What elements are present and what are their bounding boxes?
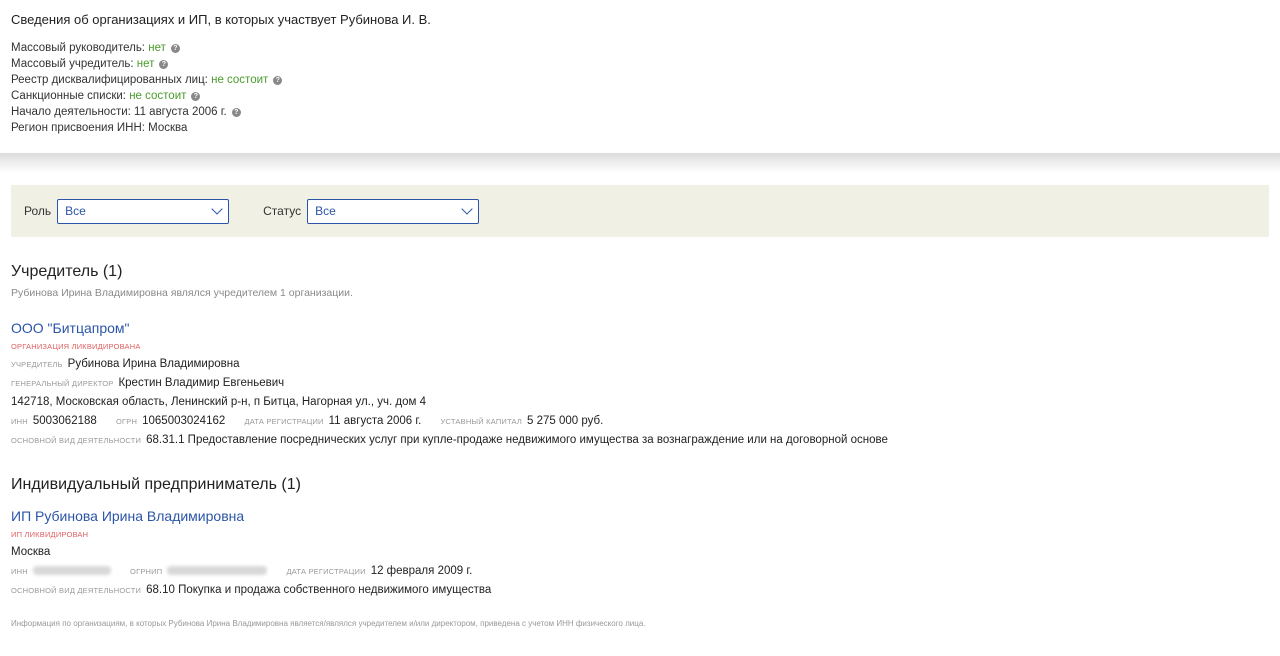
fact-disqualified: Реестр дисквалифицированных лиц: не сост…	[11, 72, 1269, 88]
ip-status: ип ликвидирован	[11, 530, 89, 539]
fact-mass-founder: Массовый учредитель: нет?	[11, 56, 1269, 72]
facts-list: Массовый руководитель: нет? Массовый учр…	[11, 40, 1269, 136]
org-director: генеральный директор Крестин Владимир Евг…	[11, 377, 285, 389]
chevron-down-icon	[211, 203, 223, 215]
fact-sanctions: Санкционные списки: не состоит?	[11, 88, 1269, 104]
summary-panel: Сведения об организациях и ИП, в которых…	[0, 0, 1280, 153]
org-link[interactable]: ООО "Битцапром"	[11, 320, 1269, 336]
entrepreneur-section: Индивидуальный предприниматель (1) ИП Ру…	[0, 476, 1280, 628]
founder-heading: Учредитель (1)	[11, 263, 123, 280]
ip-activity: основной вид деятельности 68.10 Покупка и…	[11, 584, 492, 596]
help-icon[interactable]: ?	[273, 76, 283, 85]
org-activity: основной вид деятельности 68.31.1 Предост…	[11, 434, 888, 446]
fact-mass-director: Массовый руководитель: нет?	[11, 40, 1269, 56]
ip-requisites: инн огрнип дата регистрации 12 февраля 20…	[11, 565, 473, 577]
help-icon[interactable]: ?	[191, 92, 201, 101]
role-select[interactable]: Все	[57, 198, 230, 224]
help-icon[interactable]: ?	[231, 108, 241, 117]
blurred-inn	[32, 566, 111, 576]
footnote: Информация по организациям, в которых Ру…	[11, 619, 646, 628]
org-status: организация ликвидирована	[11, 342, 141, 351]
entrepreneur-heading: Индивидуальный предприниматель (1)	[11, 476, 301, 493]
ip-link[interactable]: ИП Рубинова Ирина Владимировна	[11, 508, 1269, 524]
status-label: Статус	[263, 204, 302, 218]
org-founder: учредитель Рубинова Ирина Владимировна	[11, 358, 240, 370]
chevron-down-icon	[461, 203, 473, 215]
org-address: 142718, Московская область, Ленинский р-…	[11, 396, 426, 408]
status-select[interactable]: Все	[307, 198, 480, 224]
page-title: Сведения об организациях и ИП, в которых…	[11, 12, 431, 27]
founder-subtitle: Рубинова Ирина Владимировна являлся учре…	[11, 287, 353, 299]
founder-section: Учредитель (1) Рубинова Ирина Владимиров…	[0, 263, 1280, 446]
help-icon[interactable]: ?	[170, 44, 180, 53]
blurred-ogrnip	[167, 566, 268, 576]
fact-start-date: Начало деятельности: 11 августа 2006 г.?	[11, 104, 1269, 120]
filter-bar: Роль Все Статус Все	[11, 185, 1269, 237]
role-label: Роль	[24, 204, 52, 218]
org-requisites: инн 5003062188 огрн 1065003024162 дата рег…	[11, 415, 604, 427]
divider-band	[0, 153, 1280, 173]
ip-city: Москва	[11, 546, 51, 558]
fact-inn-region: Регион присвоения ИНН: Москва	[11, 122, 188, 134]
help-icon[interactable]: ?	[159, 60, 169, 69]
